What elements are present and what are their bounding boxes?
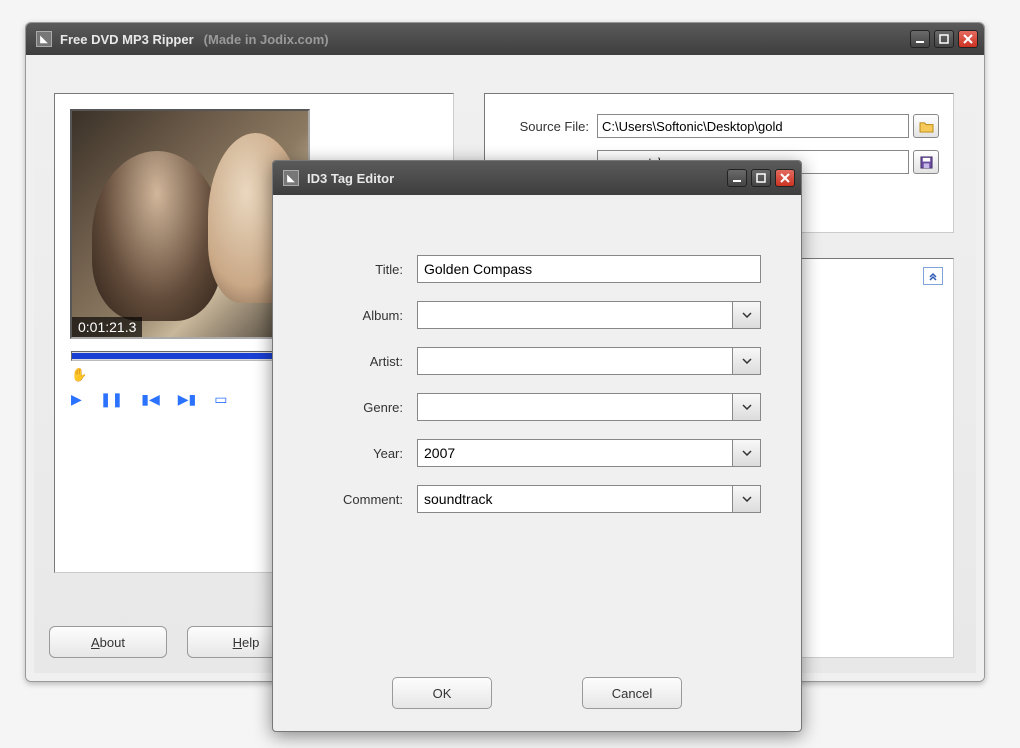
play-icon[interactable]: ▶: [71, 391, 82, 408]
comment-dropdown-button[interactable]: [732, 486, 760, 512]
genre-label: Genre:: [313, 400, 403, 415]
dialog-icon: ◣: [283, 170, 299, 186]
minimize-button[interactable]: [910, 30, 930, 48]
album-label: Album:: [313, 308, 403, 323]
ok-button[interactable]: OK: [392, 677, 492, 709]
comment-label: Comment:: [313, 492, 403, 507]
cancel-button[interactable]: Cancel: [582, 677, 682, 709]
dialog-minimize-button[interactable]: [727, 169, 747, 187]
pause-icon[interactable]: ❚❚: [100, 391, 123, 408]
open-icon[interactable]: ▭: [214, 391, 227, 408]
about-button[interactable]: About: [49, 626, 167, 658]
year-input[interactable]: [418, 440, 732, 466]
app-icon: ◣: [36, 31, 52, 47]
maximize-button[interactable]: [934, 30, 954, 48]
dialog-maximize-button[interactable]: [751, 169, 771, 187]
save-output-button[interactable]: [913, 150, 939, 174]
browse-source-button[interactable]: [913, 114, 939, 138]
album-input[interactable]: [418, 302, 732, 328]
collapse-button[interactable]: [923, 267, 943, 285]
dialog-titlebar: ◣ ID3 Tag Editor: [273, 161, 801, 195]
dialog-body: Title: Album: Artist:: [273, 195, 801, 731]
main-subtitle: (Made in Jodix.com): [204, 32, 329, 47]
year-dropdown-button[interactable]: [732, 440, 760, 466]
source-file-input[interactable]: [597, 114, 909, 138]
genre-dropdown-button[interactable]: [732, 394, 760, 420]
prev-icon[interactable]: ▮◀: [141, 391, 159, 408]
main-titlebar: ◣ Free DVD MP3 Ripper (Made in Jodix.com…: [26, 23, 984, 55]
title-label: Title:: [313, 262, 403, 277]
year-label: Year:: [313, 446, 403, 461]
dialog-title: ID3 Tag Editor: [307, 171, 394, 186]
video-timestamp: 0:01:21.3: [72, 317, 142, 337]
artist-dropdown-button[interactable]: [732, 348, 760, 374]
next-icon[interactable]: ▶▮: [178, 391, 196, 408]
artist-label: Artist:: [313, 354, 403, 369]
main-title: Free DVD MP3 Ripper: [60, 32, 194, 47]
source-file-label: Source File:: [499, 119, 589, 134]
dialog-close-button[interactable]: [775, 169, 795, 187]
album-dropdown-button[interactable]: [732, 302, 760, 328]
title-input[interactable]: [418, 256, 760, 282]
comment-input[interactable]: [418, 486, 732, 512]
bottom-button-row: About Help: [49, 626, 305, 658]
genre-input[interactable]: [418, 394, 732, 420]
artist-input[interactable]: [418, 348, 732, 374]
close-button[interactable]: [958, 30, 978, 48]
id3-dialog: ◣ ID3 Tag Editor Title: Album:: [272, 160, 802, 732]
